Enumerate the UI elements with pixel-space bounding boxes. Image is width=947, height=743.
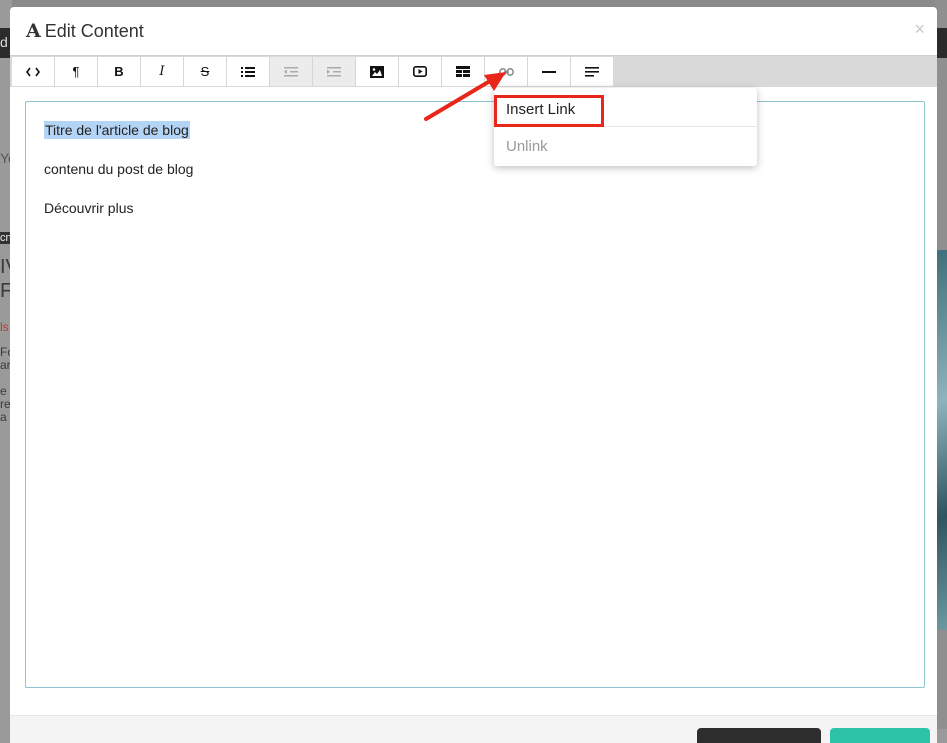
modal-footer <box>10 715 937 743</box>
link-dropdown-menu: Insert Link Unlink <box>494 88 757 166</box>
close-icon[interactable]: × <box>914 19 925 40</box>
editor-paragraph[interactable]: Titre de l'article de blog <box>44 121 190 139</box>
list-icon[interactable] <box>227 57 270 86</box>
modal-title-text: Edit Content <box>44 20 144 41</box>
align-icon[interactable] <box>571 57 614 86</box>
indent-icon[interactable] <box>313 57 356 86</box>
paragraph-icon[interactable]: ¶ <box>55 57 98 86</box>
editor-paragraph[interactable]: Découvrir plus <box>44 200 133 216</box>
modal-header: A Edit Content × <box>10 7 937 55</box>
unlink-menu-item[interactable]: Unlink <box>506 138 548 155</box>
strikethrough-icon[interactable]: S <box>184 57 227 86</box>
annotation-arrow-icon <box>424 72 506 121</box>
selected-text[interactable]: Titre de l'article de blog <box>44 121 190 139</box>
edit-content-modal: A Edit Content × ¶ B I S Titre de l'arti… <box>10 7 937 743</box>
horizontal-rule-icon[interactable] <box>528 57 571 86</box>
insert-link-menu-item[interactable]: Insert Link <box>494 93 757 127</box>
italic-icon[interactable]: I <box>141 57 184 86</box>
content-editor[interactable]: Titre de l'article de blog contenu du po… <box>25 101 925 688</box>
insert-link-label: Insert Link <box>506 101 576 118</box>
font-icon: A <box>26 20 41 42</box>
outdent-icon[interactable] <box>270 57 313 86</box>
code-view-icon[interactable] <box>12 57 55 86</box>
image-icon[interactable] <box>356 57 399 86</box>
cancel-button[interactable] <box>697 728 821 743</box>
editor-paragraph[interactable]: contenu du post de blog <box>44 161 193 177</box>
bold-icon[interactable]: B <box>98 57 141 86</box>
save-button[interactable] <box>830 728 930 743</box>
modal-title: A Edit Content <box>26 20 144 42</box>
